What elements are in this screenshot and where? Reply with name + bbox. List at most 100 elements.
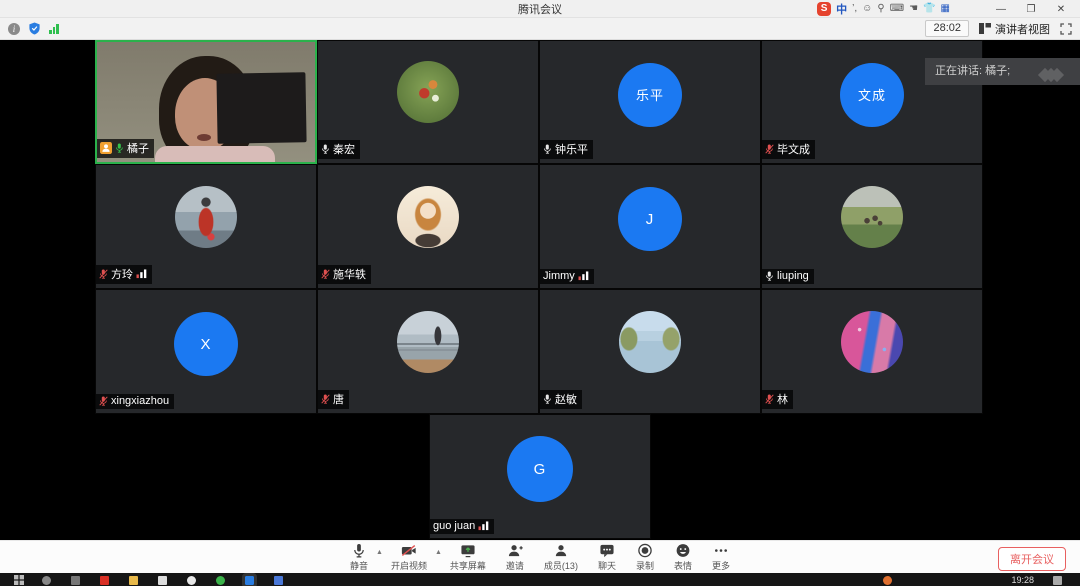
participant-name: 施华轶 <box>333 266 366 282</box>
mute-button[interactable]: 静音 <box>350 543 368 572</box>
window-controls: — ❐ ✕ <box>986 0 1076 18</box>
start-button-icon[interactable] <box>14 575 24 585</box>
avatar-initials: G <box>507 436 573 502</box>
taskbar-app-green[interactable] <box>216 576 225 585</box>
watermark-icon <box>1044 64 1062 91</box>
restore-button[interactable]: ❐ <box>1016 4 1046 15</box>
mic-muted-icon <box>765 393 774 405</box>
participant-tile-shihuayi[interactable]: 施华轶 <box>317 164 539 289</box>
participant-tile-xingxiazhou[interactable]: X xingxiazhou <box>95 289 317 414</box>
taskbar-app-red[interactable] <box>100 576 109 585</box>
sogou-icon[interactable]: S <box>817 2 831 16</box>
fullscreen-icon[interactable] <box>1060 23 1072 35</box>
layout-icon <box>979 23 991 34</box>
mic-muted-icon <box>321 268 330 280</box>
mic-muted-icon <box>99 268 108 280</box>
mic-muted-icon <box>321 393 330 405</box>
mic-on-icon <box>321 143 330 155</box>
record-button[interactable]: 录制 <box>636 543 654 572</box>
mic-on-icon <box>543 393 552 405</box>
chat-button[interactable]: 聊天 <box>598 543 616 572</box>
more-dots-icon <box>713 543 729 558</box>
participant-name: 毕文成 <box>777 141 810 157</box>
windows-taskbar[interactable]: 19:28 <box>0 573 1080 586</box>
start-video-button[interactable]: 开启视频 <box>391 543 427 572</box>
ime-lang-indicator[interactable]: 中 <box>836 1 847 17</box>
avatar-initials: 文成 <box>840 63 904 127</box>
emoji-button[interactable]: 表情 <box>674 543 692 572</box>
weak-signal-icon <box>478 521 489 531</box>
meeting-app-taskbar-icon[interactable] <box>245 576 254 585</box>
meeting-topbar: i 28:02 演讲者视图 <box>0 18 1080 40</box>
minimize-button[interactable]: — <box>986 4 1016 15</box>
participant-name: Jimmy <box>543 270 575 282</box>
file-explorer-icon[interactable] <box>129 576 138 585</box>
members-icon <box>553 543 569 558</box>
taskbar-app-blue[interactable] <box>274 576 283 585</box>
ime-emoji-icon[interactable]: ☺ <box>862 2 872 16</box>
mic-on-icon <box>543 143 552 155</box>
participant-name: 赵敏 <box>555 391 577 407</box>
taskbar-app-white[interactable] <box>158 576 167 585</box>
participant-name: guo juan <box>433 520 475 532</box>
participant-tile-zhaomin[interactable]: 赵敏 <box>539 289 761 414</box>
window-titlebar: 腾讯会议 S 中 ’, ☺ ⚲ ⌨ ☚ 👕 ▦ — ❐ ✕ <box>0 0 1080 18</box>
security-shield-icon[interactable] <box>28 22 41 35</box>
show-desktop-icon[interactable] <box>1053 576 1062 585</box>
participant-tile-guojuan[interactable]: G guo juan <box>429 414 651 539</box>
participant-name: 秦宏 <box>333 141 355 157</box>
network-signal-icon[interactable] <box>49 23 59 34</box>
tray-app-orange[interactable] <box>883 576 892 585</box>
ime-voice-icon[interactable]: ⚲ <box>877 2 884 16</box>
speaker-view-button[interactable]: 演讲者视图 <box>979 21 1050 37</box>
avatar <box>841 311 903 373</box>
participant-tile-juzi[interactable]: 橘子 <box>95 40 317 164</box>
search-icon[interactable] <box>42 576 51 585</box>
invite-button[interactable]: 邀请 <box>506 543 524 572</box>
more-button[interactable]: 更多 <box>712 543 730 572</box>
avatar <box>397 186 459 248</box>
ime-toolbox-icon[interactable]: ▦ <box>941 2 950 16</box>
avatar <box>619 311 681 373</box>
close-button[interactable]: ✕ <box>1046 4 1076 15</box>
camera-off-icon <box>401 543 417 558</box>
participant-name: 方玲 <box>111 266 133 282</box>
participant-name: liuping <box>777 270 809 282</box>
ime-skin-icon[interactable]: 👕 <box>923 2 935 16</box>
microphone-icon <box>351 543 367 558</box>
mute-options-caret[interactable]: ▲ <box>376 549 383 556</box>
taskbar-clock[interactable]: 19:28 <box>1011 575 1034 585</box>
participant-name: 橘子 <box>127 140 149 156</box>
participant-namebar: 橘子 <box>97 139 154 158</box>
mic-muted-icon <box>99 395 108 407</box>
mic-muted-icon <box>765 143 774 155</box>
host-badge-icon <box>100 142 112 154</box>
leave-meeting-button[interactable]: 离开会议 <box>998 547 1066 571</box>
participant-tile-liuping[interactable]: liuping <box>761 164 983 289</box>
task-view-icon[interactable] <box>71 576 80 585</box>
ime-punctuation-icon[interactable]: ’, <box>852 2 857 16</box>
participant-name: 林 <box>777 391 788 407</box>
video-options-caret[interactable]: ▲ <box>435 549 442 556</box>
participant-tile-jimmy[interactable]: J Jimmy <box>539 164 761 289</box>
ime-tray[interactable]: S 中 ’, ☺ ⚲ ⌨ ☚ 👕 ▦ <box>817 1 950 17</box>
participant-tile-tang[interactable]: 唐 <box>317 289 539 414</box>
members-button[interactable]: 成员(13) <box>544 543 578 572</box>
participant-tile-fangling[interactable]: 方玲 <box>95 164 317 289</box>
participant-tile-lin[interactable]: 林 <box>761 289 983 414</box>
ime-hand-icon[interactable]: ☚ <box>909 2 918 16</box>
participant-tile-zhongleping[interactable]: 乐平 钟乐平 <box>539 40 761 164</box>
share-screen-button[interactable]: 共享屏幕 <box>450 543 486 572</box>
ime-keyboard-icon[interactable]: ⌨ <box>890 2 904 16</box>
mic-on-icon <box>765 270 774 282</box>
taskbar-app-circle[interactable] <box>187 576 196 585</box>
avatar <box>841 186 903 248</box>
avatar <box>175 186 237 248</box>
avatar-initials: 乐平 <box>618 63 682 127</box>
participant-tile-qinhong[interactable]: 秦宏 <box>317 40 539 164</box>
participant-name: 钟乐平 <box>555 141 588 157</box>
record-icon <box>637 543 653 558</box>
invite-icon <box>507 543 523 558</box>
meeting-info-icon[interactable]: i <box>8 23 20 35</box>
video-grid: 橘子 秦宏 乐平 钟乐平 文成 毕文成 <box>0 40 1080 540</box>
